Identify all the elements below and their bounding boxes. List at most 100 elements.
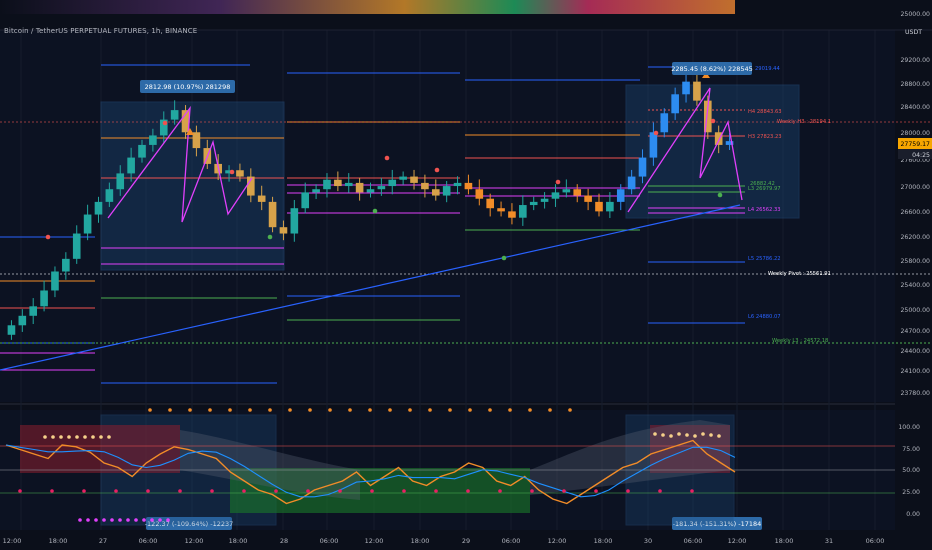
price-tick-9: 25800.00 <box>900 258 930 265</box>
label-l3b: 26882.42 <box>750 181 775 187</box>
price-tick-14: 24100.00 <box>900 368 930 375</box>
osc-bottom-dot <box>434 489 438 493</box>
label-weekly-pivot: Weekly Pivot : 25561.91 <box>768 271 831 277</box>
candle-body <box>519 205 527 218</box>
osc-ob-dot <box>75 435 79 439</box>
candle-body <box>18 315 27 326</box>
osc-top-dot <box>468 408 472 412</box>
osc-top-dot <box>188 408 192 412</box>
pivot-dot-9 <box>501 255 507 261</box>
osc-bottom-dot <box>146 489 150 493</box>
osc-bottom-dot <box>50 489 54 493</box>
price-tick-12: 24700.00 <box>900 328 930 335</box>
pivot-dot-6 <box>653 130 659 136</box>
osc-top-dot <box>228 408 232 412</box>
osc-bottom-dot <box>370 489 374 493</box>
measure-label-top-right: 2285.45 (8.62%) 228545 <box>671 65 753 73</box>
pivot-dot-11 <box>717 192 723 198</box>
candle-body <box>83 214 92 234</box>
price-tick-0: 25000.00 <box>900 11 930 18</box>
osc-top-dot <box>268 408 272 412</box>
osc-tick-4: 0.00 <box>906 511 920 518</box>
osc-bottom-dot <box>274 489 278 493</box>
candle-body <box>431 189 440 196</box>
pivot-dot-7 <box>710 118 716 124</box>
pivot-dot-10 <box>372 208 378 214</box>
osc-floor-dot <box>142 518 146 522</box>
candle-body <box>344 182 353 187</box>
osc-ob-dot <box>51 435 55 439</box>
osc-top-dot <box>388 408 392 412</box>
osc-bottom-dot <box>18 489 22 493</box>
time-tick-1: 18:00 <box>49 537 68 545</box>
osc-bottom-dot <box>498 489 502 493</box>
label-h4: H4 28843.63 <box>748 109 782 115</box>
osc-bottom-dot <box>114 489 118 493</box>
candle-body <box>508 211 516 218</box>
candle-body <box>7 325 16 335</box>
label-weekly-l3: Weekly L3 : 24572.18 <box>772 338 828 344</box>
price-chart[interactable]: 29019.44 H4 28843.63 Weekly H3 : 28194.1 H3… <box>0 0 932 550</box>
osc-top-dot <box>448 408 452 412</box>
time-tick-11: 06:00 <box>502 537 521 545</box>
osc-top-dot <box>488 408 492 412</box>
osc-ob-dot-2 <box>717 434 721 438</box>
candle-body <box>170 110 179 120</box>
candle-body <box>584 195 592 202</box>
candle-body <box>257 195 266 202</box>
osc-bottom-dot <box>466 489 470 493</box>
osc-tick-1: 75.00 <box>902 446 920 453</box>
osc-top-dot <box>328 408 332 412</box>
osc-top-dot <box>288 408 292 412</box>
price-tick-13: 24400.00 <box>900 348 930 355</box>
osc-floor-dot <box>102 518 106 522</box>
osc-top-dot <box>148 408 152 412</box>
candle-body <box>290 208 299 234</box>
time-tick-12: 12:00 <box>548 537 567 545</box>
time-tick-10: 29 <box>462 537 470 545</box>
candle-body <box>355 182 364 193</box>
osc-top-dot <box>508 408 512 412</box>
time-tick-19: 06:00 <box>866 537 885 545</box>
osc-floor-dot <box>78 518 82 522</box>
candle-body <box>149 135 157 145</box>
candle-body <box>627 176 636 190</box>
candle-body <box>660 113 669 133</box>
pivot-dot-8 <box>267 234 273 240</box>
top-volume-strip <box>0 0 735 14</box>
price-tick-1: 29200.00 <box>900 57 930 64</box>
osc-bottom-dot <box>530 489 534 493</box>
osc-top-dot <box>308 408 312 412</box>
candle-body <box>671 94 679 114</box>
candle-body <box>562 189 571 193</box>
time-tick-16: 12:00 <box>728 537 747 545</box>
candle-body <box>410 176 418 183</box>
osc-top-dot <box>168 408 172 412</box>
label-l4: L4 26562.33 <box>748 207 781 213</box>
time-tick-2: 27 <box>99 537 107 545</box>
candle-body <box>62 258 70 272</box>
osc-ob-dot-2 <box>677 432 681 436</box>
time-tick-3: 06:00 <box>139 537 158 545</box>
osc-bottom-dot <box>210 489 214 493</box>
candle-body <box>475 189 484 199</box>
time-tick-9: 18:00 <box>411 537 430 545</box>
osc-tick-2: 50.00 <box>902 467 920 474</box>
candle-body <box>464 182 473 190</box>
candle-body <box>40 290 48 307</box>
osc-bottom-dot <box>178 489 182 493</box>
osc-top-dot <box>368 408 372 412</box>
label-l6: L6 24880.07 <box>748 314 781 320</box>
candle-body <box>301 192 310 209</box>
candle-body <box>399 176 407 180</box>
osc-floor-dot <box>150 518 154 522</box>
candle-body <box>72 233 81 259</box>
candle-body <box>649 132 658 158</box>
label-weekly-h3: Weekly H3 : 28194.1 <box>777 119 831 125</box>
label-l5: L5 25786.22 <box>748 256 781 262</box>
osc-floor-dot <box>134 518 138 522</box>
time-tick-8: 12:00 <box>365 537 384 545</box>
pivot-dot-1 <box>162 120 168 126</box>
time-tick-7: 06:00 <box>320 537 339 545</box>
pivot-dot-0 <box>45 234 51 240</box>
